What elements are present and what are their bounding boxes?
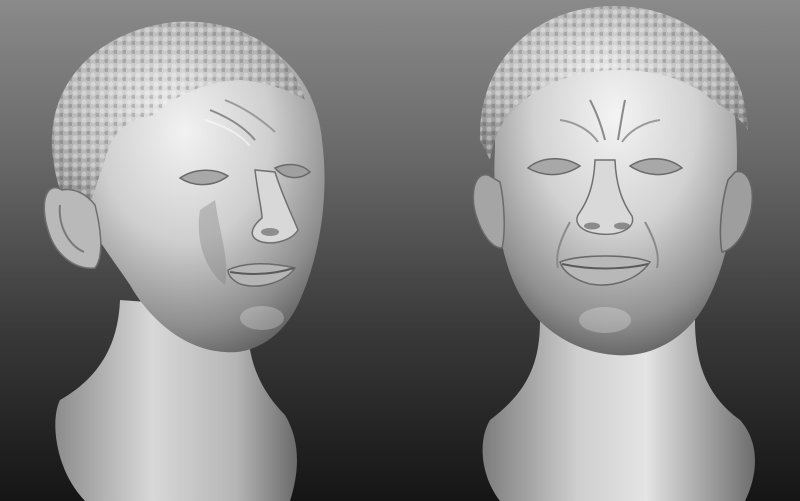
- ear-right-1: [472, 174, 505, 249]
- sculpted-head-front: [472, 5, 756, 501]
- render-viewport: [0, 0, 800, 501]
- render-canvas: [43, 5, 756, 501]
- sculpted-head-three-quarter: [43, 21, 325, 501]
